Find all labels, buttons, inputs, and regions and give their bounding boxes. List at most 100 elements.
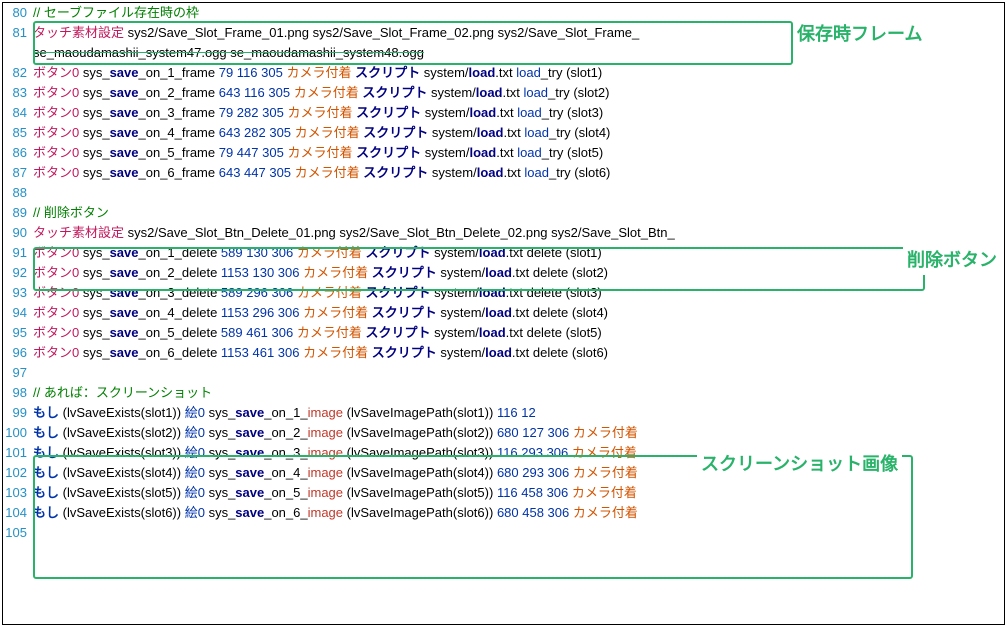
code-content[interactable]: ボタン0 sys_save_on_5_frame 79 447 305 カメラ付… [33, 143, 1004, 163]
token: カメラ付着 [297, 325, 362, 340]
token: load [517, 105, 542, 120]
code-line[interactable]: 98// あれば：スクリーンショット [3, 383, 1004, 403]
code-content[interactable]: // セーブファイル存在時の枠 [33, 3, 1004, 23]
code-line[interactable]: 81タッチ素材設定 sys2/Save_Slot_Frame_01.png sy… [3, 23, 1004, 43]
code-line[interactable]: 83ボタン0 sys_save_on_2_frame 643 116 305 カ… [3, 83, 1004, 103]
token: sys_ [79, 285, 109, 300]
code-line[interactable]: 80// セーブファイル存在時の枠 [3, 3, 1004, 23]
code-line[interactable]: 97 [3, 363, 1004, 383]
code-content[interactable]: もし (lvSaveExists(slot6)) 絵0 sys_save_on_… [33, 503, 1004, 523]
token: スクリプト [363, 165, 428, 180]
code-line[interactable]: 96ボタン0 sys_save_on_6_delete 1153 461 306… [3, 343, 1004, 363]
code-content[interactable]: もし (lvSaveExists(slot2)) 絵0 sys_save_on_… [33, 423, 1004, 443]
code-content[interactable]: // あれば：スクリーンショット [33, 383, 1004, 403]
code-content[interactable]: もし (lvSaveExists(slot5)) 絵0 sys_save_on_… [33, 483, 1004, 503]
code-content[interactable]: ボタン0 sys_save_on_5_delete 589 461 306 カメ… [33, 323, 1004, 343]
code-content[interactable]: ボタン0 sys_save_on_1_frame 79 116 305 カメラ付… [33, 63, 1004, 83]
code-line[interactable]: 88 [3, 183, 1004, 203]
token: _on_2_delete [139, 265, 221, 280]
token: (lvSaveImagePath(slot6)) [343, 505, 497, 520]
token: ボタン0 [33, 345, 79, 360]
code-line[interactable]: 95ボタン0 sys_save_on_5_delete 589 461 306 … [3, 323, 1004, 343]
token: sys_ [205, 505, 235, 520]
token: もし [33, 425, 59, 440]
code-content[interactable]: タッチ素材設定 sys2/Save_Slot_Frame_01.png sys2… [33, 23, 1004, 43]
token: _on_5_delete [139, 325, 221, 340]
code-line[interactable]: 89// 削除ボタン [3, 203, 1004, 223]
token: カメラ付着 [297, 245, 362, 260]
code-line[interactable]: 85ボタン0 sys_save_on_4_frame 643 282 305 カ… [3, 123, 1004, 143]
code-line[interactable]: 82ボタン0 sys_save_on_1_frame 79 116 305 カメ… [3, 63, 1004, 83]
code-content[interactable]: ボタン0 sys_save_on_6_frame 643 447 305 カメラ… [33, 163, 1004, 183]
token: カメラ付着 [572, 485, 637, 500]
code-content[interactable]: タッチ素材設定 sys2/Save_Slot_Btn_Delete_01.png… [33, 223, 1004, 243]
code-content[interactable]: ボタン0 sys_save_on_3_frame 79 282 305 カメラ付… [33, 103, 1004, 123]
code-content[interactable]: ボタン0 sys_save_on_4_frame 643 282 305 カメラ… [33, 123, 1004, 143]
code-line[interactable]: 92ボタン0 sys_save_on_2_delete 1153 130 306… [3, 263, 1004, 283]
token: 79 447 305 [219, 145, 284, 160]
line-number: 104 [3, 503, 33, 523]
token: _on_1_ [264, 405, 307, 420]
token: load [477, 165, 504, 180]
code-line[interactable]: 86ボタン0 sys_save_on_5_frame 79 447 305 カメ… [3, 143, 1004, 163]
code-content[interactable]: // 削除ボタン [33, 203, 1004, 223]
token: system/ [437, 345, 485, 360]
code-line[interactable]: 99もし (lvSaveExists(slot1)) 絵0 sys_save_o… [3, 403, 1004, 423]
code-line[interactable]: 93ボタン0 sys_save_on_3_delete 589 296 306 … [3, 283, 1004, 303]
token: _on_2_ [264, 425, 307, 440]
code-line[interactable]: 105 [3, 523, 1004, 543]
code-content[interactable]: ボタン0 sys_save_on_2_delete 1153 130 306 カ… [33, 263, 1004, 283]
token: load [476, 85, 503, 100]
code-line[interactable]: 104もし (lvSaveExists(slot6)) 絵0 sys_save_… [3, 503, 1004, 523]
token: _try (slot3) [542, 105, 603, 120]
token: // あれば：スクリーンショット [33, 385, 212, 400]
code-content[interactable]: ボタン0 sys_save_on_2_frame 643 116 305 カメラ… [33, 83, 1004, 103]
token: (lvSaveExists(slot1)) [59, 405, 185, 420]
code-line[interactable]: 94ボタン0 sys_save_on_4_delete 1153 296 306… [3, 303, 1004, 323]
code-line[interactable]: 84ボタン0 sys_save_on_3_frame 79 282 305 カメ… [3, 103, 1004, 123]
token: (lvSaveImagePath(slot3)) [343, 445, 497, 460]
token: 116 458 306 [497, 485, 568, 500]
token: sys2/Save_Slot_Frame_01.png sys2/Save_Sl… [124, 25, 639, 40]
token: // 削除ボタン [33, 205, 109, 220]
token: スクリプト [365, 245, 430, 260]
token: 1153 130 306 [221, 265, 300, 280]
code-line[interactable]: 91ボタン0 sys_save_on_1_delete 589 130 306 … [3, 243, 1004, 263]
code-content[interactable]: ボタン0 sys_save_on_1_delete 589 130 306 カメ… [33, 243, 1004, 263]
token: // セーブファイル存在時の枠 [33, 5, 199, 20]
code-line[interactable]: 90タッチ素材設定 sys2/Save_Slot_Btn_Delete_01.p… [3, 223, 1004, 243]
line-number: 88 [3, 183, 33, 203]
token: .txt [495, 65, 516, 80]
token: スクリプト [355, 65, 420, 80]
token: save [110, 105, 139, 120]
code-editor[interactable]: 80// セーブファイル存在時の枠81タッチ素材設定 sys2/Save_Slo… [2, 2, 1005, 625]
code-content[interactable]: se_maoudamashii_system47.ogg se_maoudama… [33, 43, 1004, 63]
code-line[interactable]: 102もし (lvSaveExists(slot4)) 絵0 sys_save_… [3, 463, 1004, 483]
token: (lvSaveExists(slot4)) [59, 465, 185, 480]
code-content[interactable]: もし (lvSaveExists(slot3)) 絵0 sys_save_on_… [33, 443, 1004, 463]
code-line[interactable]: 101もし (lvSaveExists(slot3)) 絵0 sys_save_… [3, 443, 1004, 463]
token: load [485, 305, 512, 320]
token: sys_ [79, 125, 109, 140]
code-content[interactable]: もし (lvSaveExists(slot1)) 絵0 sys_save_on_… [33, 403, 1004, 423]
token: スクリプト [365, 285, 430, 300]
code-content[interactable]: ボタン0 sys_save_on_3_delete 589 296 306 カメ… [33, 283, 1004, 303]
code-line[interactable]: 87ボタン0 sys_save_on_6_frame 643 447 305 カ… [3, 163, 1004, 183]
token: system/ [431, 245, 479, 260]
code-content[interactable]: もし (lvSaveExists(slot4)) 絵0 sys_save_on_… [33, 463, 1004, 483]
code-line-continuation[interactable]: se_maoudamashii_system47.ogg se_maoudama… [3, 43, 1004, 63]
token: load [517, 145, 542, 160]
token: load [479, 285, 506, 300]
token: 絵0 [185, 405, 205, 420]
token: 589 130 306 [221, 245, 293, 260]
token: 絵0 [185, 465, 205, 480]
code-line[interactable]: 103もし (lvSaveExists(slot5)) 絵0 sys_save_… [3, 483, 1004, 503]
line-number: 95 [3, 323, 33, 343]
code-line[interactable]: 100もし (lvSaveExists(slot2)) 絵0 sys_save_… [3, 423, 1004, 443]
token: system/ [421, 145, 469, 160]
token: カメラ付着 [573, 465, 638, 480]
token: (lvSaveExists(slot2)) [59, 425, 185, 440]
token: (lvSaveExists(slot5)) [59, 485, 185, 500]
code-content[interactable]: ボタン0 sys_save_on_6_delete 1153 461 306 カ… [33, 343, 1004, 363]
code-content[interactable]: ボタン0 sys_save_on_4_delete 1153 296 306 カ… [33, 303, 1004, 323]
